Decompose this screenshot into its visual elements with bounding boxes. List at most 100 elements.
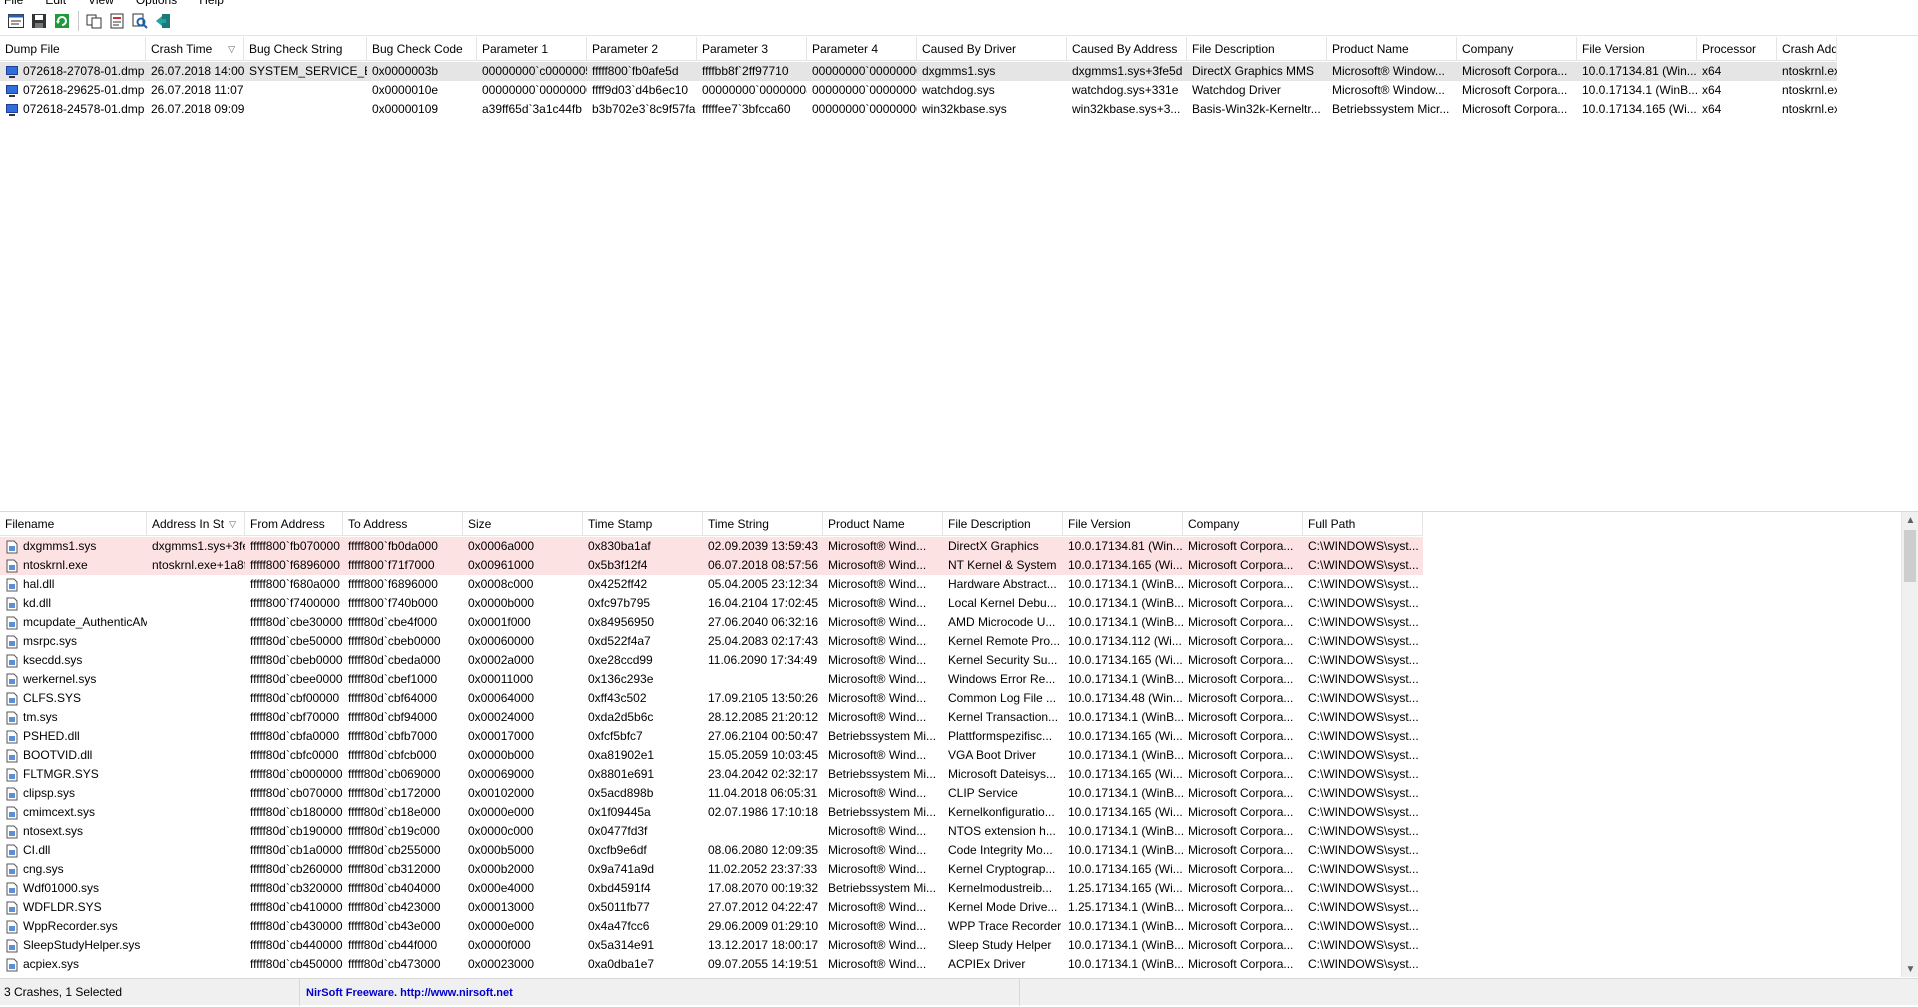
crash-col-caused-by-driver[interactable]: Caused By Driver — [917, 37, 1067, 61]
driver-cell-filename: kd.dll — [0, 594, 147, 613]
driver-row[interactable]: clipsp.sys fffff80d`cb070000 fffff80d`cb17… — [0, 784, 1423, 803]
driver-cell-time-stamp: 0x5b3f12f4 — [588, 558, 648, 572]
driver-row[interactable]: PSHED.dll fffff80d`cbfa0000 fffff80d`cbfb7… — [0, 727, 1423, 746]
driver-row[interactable]: BOOTVID.dll fffff80d`cbfc0000 fffff80d`cbf… — [0, 746, 1423, 765]
driver-cell-file-description: NTOS extension h... — [948, 824, 1056, 838]
driver-cell-address-in-st — [147, 822, 245, 841]
crash-col-file-description[interactable]: File Description — [1187, 37, 1327, 61]
crash-col-processor[interactable]: Processor — [1697, 37, 1777, 61]
crash-col-file-version[interactable]: File Version — [1577, 37, 1697, 61]
crash-row[interactable]: 072618-29625-01.dmp 26.07.2018 11:07:58 0x… — [0, 81, 1837, 100]
crash-col-company[interactable]: Company — [1457, 37, 1577, 61]
html-report-icon[interactable] — [106, 10, 128, 32]
driver-row[interactable]: hal.dll fffff800`f680a000 fffff800`f689600… — [0, 575, 1423, 594]
driver-row[interactable]: Wdf01000.sys fffff80d`cb320000 fffff80d`cb… — [0, 879, 1423, 898]
crash-col-crash-time[interactable]: Crash Time ▽ — [146, 37, 244, 61]
driver-cell-to-address: fffff80d`cbfb7000 — [348, 729, 438, 743]
driver-row[interactable]: dxgmms1.sys dxgmms1.sys+3fe5d fffff800`fb0… — [0, 537, 1423, 556]
column-label: Processor — [1702, 42, 1757, 56]
driver-row[interactable]: ntosext.sys fffff80d`cb190000 fffff80d`cb1… — [0, 822, 1423, 841]
driver-cell-product-name: Microsoft® Wind... — [828, 843, 927, 857]
nirsoft-link[interactable]: NirSoft Freeware. http://www.nirsoft.net — [306, 987, 513, 999]
crash-col-dump-file[interactable]: Dump File — [0, 37, 146, 61]
driver-row[interactable]: msrpc.sys fffff80d`cbe50000 fffff80d`cbeb0… — [0, 632, 1423, 651]
driver-cell-product-name: Microsoft® Wind... — [828, 748, 927, 762]
copy-icon[interactable] — [83, 10, 105, 32]
driver-cell-file-version: 10.0.17134.1 (WinB... — [1068, 843, 1183, 857]
driver-col-to-address[interactable]: To Address — [343, 512, 463, 536]
driver-row[interactable]: ksecdd.sys fffff80d`cbeb0000 fffff80d`cbed… — [0, 651, 1423, 670]
column-label: Crash Address — [1782, 42, 1837, 56]
driver-row[interactable]: werkernel.sys fffff80d`cbee0000 fffff80d`c… — [0, 670, 1423, 689]
driver-col-address-in-st[interactable]: Address In St ▽ — [147, 512, 245, 536]
driver-col-size[interactable]: Size — [463, 512, 583, 536]
properties-icon[interactable] — [5, 10, 27, 32]
cell-text: WDFLDR.SYS — [23, 900, 102, 914]
driver-cell-file-version: 10.0.17134.1 (WinB... — [1068, 596, 1183, 610]
driver-cell-address-in-st: ntoskrnl.exe+1a8f69 — [152, 558, 245, 572]
driver-list-vscrollbar[interactable]: ▲ ▼ — [1901, 512, 1918, 977]
driver-cell-company: Microsoft Corpora... — [1188, 900, 1294, 914]
driver-cell-from-address: fffff80d`cbeb0000 — [250, 653, 343, 667]
driver-cell-to-address: fffff80d`cbfcb000 — [348, 748, 437, 762]
crash-row[interactable]: 072618-24578-01.dmp 26.07.2018 09:09:51 0x… — [0, 100, 1837, 119]
find-icon[interactable] — [129, 10, 151, 32]
crash-col-bug-check-code[interactable]: Bug Check Code — [367, 37, 477, 61]
driver-col-time-string[interactable]: Time String — [703, 512, 823, 536]
driver-cell-file-description: DirectX Graphics — [948, 539, 1039, 553]
driver-cell-file-version: 10.0.17134.165 (Wi... — [1068, 767, 1183, 781]
scroll-down-arrow-icon[interactable]: ▼ — [1902, 961, 1918, 977]
exit-icon[interactable] — [152, 10, 174, 32]
driver-cell-file-description: Kernel Mode Drive... — [948, 900, 1058, 914]
save-icon[interactable] — [28, 10, 50, 32]
driver-cell-to-address: fffff80d`cbeda000 — [348, 653, 441, 667]
driver-col-from-address[interactable]: From Address — [245, 512, 343, 536]
driver-cell-from-address: fffff80d`cb410000 — [250, 900, 343, 914]
scroll-thumb[interactable] — [1904, 530, 1916, 582]
crash-cell-processor: x64 — [1702, 83, 1722, 97]
driver-col-file-version[interactable]: File Version — [1063, 512, 1183, 536]
driver-cell-company: Microsoft Corpora... — [1188, 919, 1294, 933]
driver-cell-file-version: 10.0.17134.1 (WinB... — [1068, 957, 1183, 971]
driver-row[interactable]: SleepStudyHelper.sys fffff80d`cb440000 fff… — [0, 936, 1423, 955]
crash-col-parameter-3[interactable]: Parameter 3 — [697, 37, 807, 61]
driver-cell-from-address: fffff800`f7400000 — [250, 596, 340, 610]
driver-col-file-description[interactable]: File Description — [943, 512, 1063, 536]
driver-col-full-path[interactable]: Full Path — [1303, 512, 1423, 536]
crash-cell-parameter-4: 00000000`00000000 — [812, 83, 917, 97]
driver-row[interactable]: WppRecorder.sys fffff80d`cb430000 fffff80d… — [0, 917, 1423, 936]
driver-row[interactable]: CLFS.SYS fffff80d`cbf00000 fffff80d`cbf640… — [0, 689, 1423, 708]
driver-row[interactable]: tm.sys fffff80d`cbf70000 fffff80d`cbf94000… — [0, 708, 1423, 727]
crash-col-parameter-4[interactable]: Parameter 4 — [807, 37, 917, 61]
driver-col-product-name[interactable]: Product Name — [823, 512, 943, 536]
driver-row[interactable]: CI.dll fffff80d`cb1a0000 fffff80d`cb255000… — [0, 841, 1423, 860]
driver-row[interactable]: kd.dll fffff800`f7400000 fffff800`f740b000… — [0, 594, 1423, 613]
driver-cell-file-version: 10.0.17134.1 (WinB... — [1068, 710, 1183, 724]
driver-cell-company: Microsoft Corpora... — [1188, 615, 1294, 629]
driver-col-filename[interactable]: Filename — [0, 512, 147, 536]
driver-cell-time-stamp: 0xda2d5b6c — [588, 710, 654, 724]
crash-list: Dump File Crash Time ▽ Bug Check String Bug … — [0, 37, 1918, 506]
driver-row[interactable]: ntoskrnl.exe ntoskrnl.exe+1a8f69 fffff800`… — [0, 556, 1423, 575]
crash-col-parameter-2[interactable]: Parameter 2 — [587, 37, 697, 61]
driver-row[interactable]: cng.sys fffff80d`cb260000 fffff80d`cb31200… — [0, 860, 1423, 879]
crash-col-caused-by-address[interactable]: Caused By Address — [1067, 37, 1187, 61]
refresh-icon[interactable] — [51, 10, 73, 32]
scroll-up-arrow-icon[interactable]: ▲ — [1902, 512, 1918, 529]
crash-col-product-name[interactable]: Product Name — [1327, 37, 1457, 61]
crash-row[interactable]: 072618-27078-01.dmp 26.07.2018 14:00:46 SY… — [0, 62, 1837, 81]
driver-cell-size: 0x0008c000 — [468, 577, 534, 591]
crash-col-parameter-1[interactable]: Parameter 1 — [477, 37, 587, 61]
driver-cell-file-version: 10.0.17134.165 (Wi... — [1068, 729, 1183, 743]
crash-col-bug-check-string[interactable]: Bug Check String — [244, 37, 367, 61]
driver-cell-file-version: 1.25.17134.165 (Wi... — [1068, 881, 1183, 895]
driver-cell-from-address: fffff80d`cbfa0000 — [250, 729, 340, 743]
driver-row[interactable]: WDFLDR.SYS fffff80d`cb410000 fffff80d`cb42… — [0, 898, 1423, 917]
driver-row[interactable]: acpiex.sys fffff80d`cb450000 fffff80d`cb47… — [0, 955, 1423, 974]
driver-col-company[interactable]: Company — [1183, 512, 1303, 536]
driver-row[interactable]: FLTMGR.SYS fffff80d`cb000000 fffff80d`cb06… — [0, 765, 1423, 784]
crash-col-crash-address[interactable]: Crash Address — [1777, 37, 1837, 61]
driver-col-time-stamp[interactable]: Time Stamp — [583, 512, 703, 536]
driver-row[interactable]: mcupdate_AuthenticAMD.dll fffff80d`cbe300… — [0, 613, 1423, 632]
driver-row[interactable]: cmimcext.sys fffff80d`cb180000 fffff80d`cb… — [0, 803, 1423, 822]
